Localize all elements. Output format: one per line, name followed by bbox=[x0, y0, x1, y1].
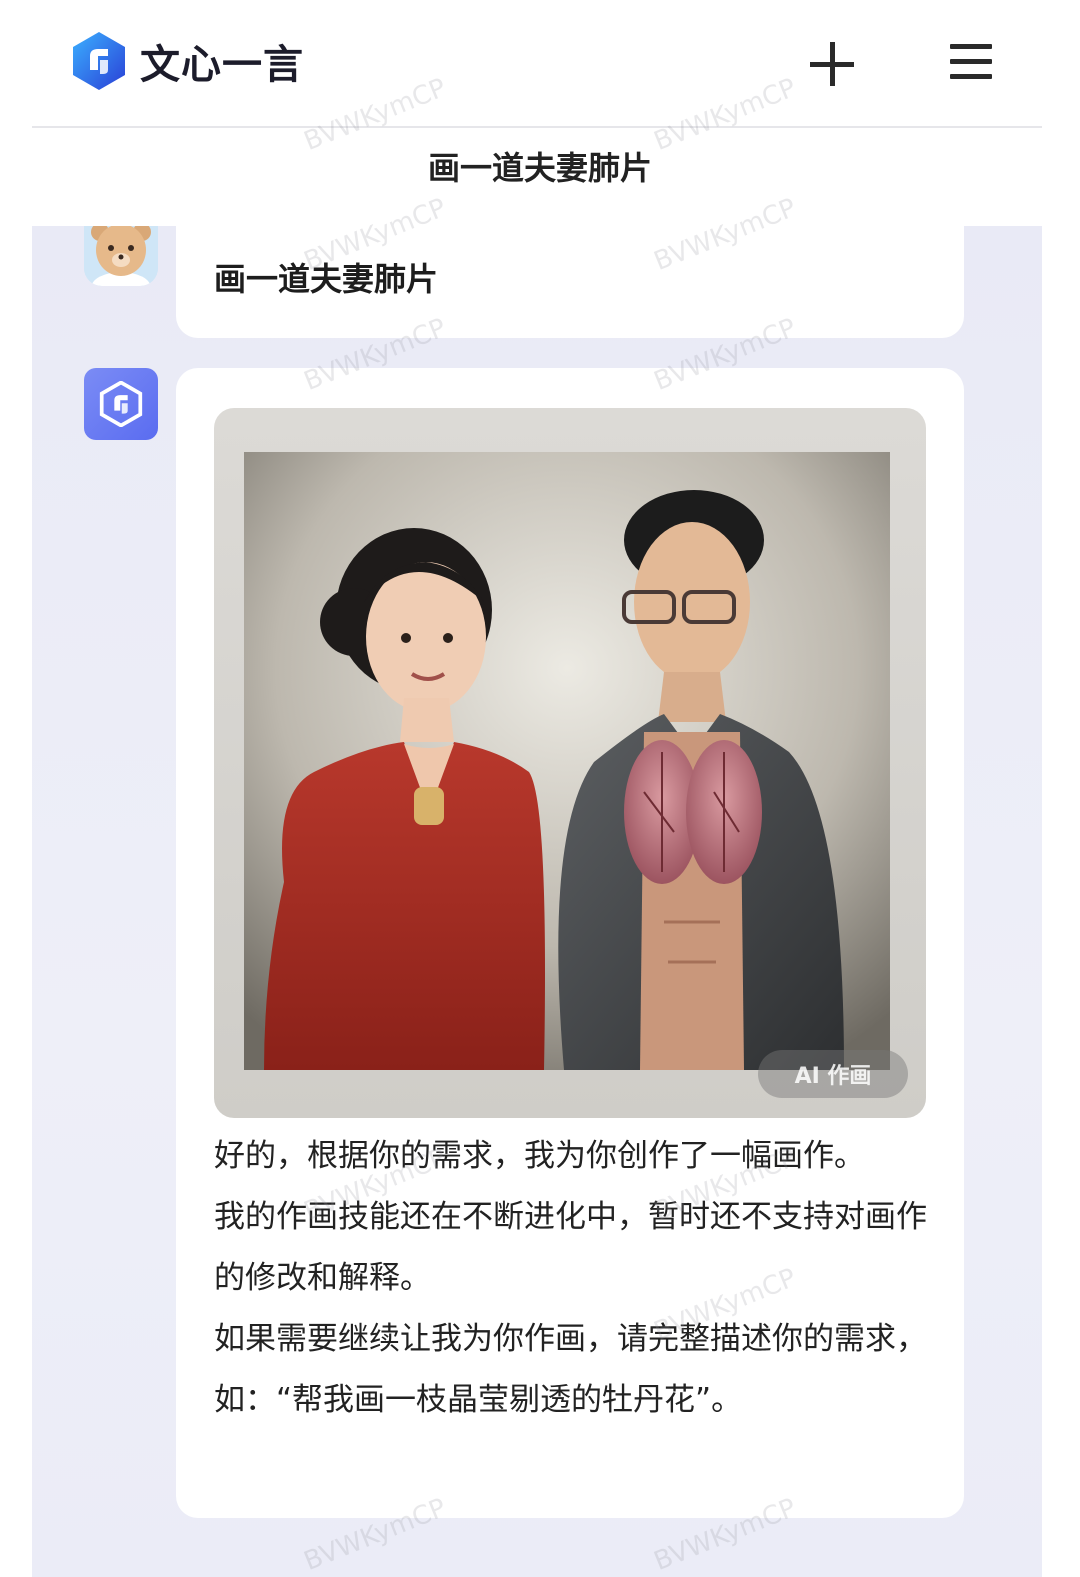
reply-paragraph: 好的，根据你的需求，我为你创作了一幅画作。 bbox=[214, 1138, 865, 1174]
chat-area: 画一道夫妻肺片 AI 作画 好的，根据你的需求，我为你创作了一幅画作。 我的作画… bbox=[32, 226, 1042, 1577]
menu-line bbox=[950, 74, 992, 79]
assistant-avatar bbox=[84, 368, 158, 440]
new-chat-button[interactable] bbox=[806, 38, 858, 90]
menu-line bbox=[950, 44, 992, 49]
app-page: 文心一言 画一道夫妻肺片 画一道夫妻肺片 AI 作画 好的，根据你的需求，我为你… bbox=[0, 0, 1080, 1577]
ernie-logo-icon bbox=[73, 32, 125, 90]
user-message-text: 画一道夫妻肺片 bbox=[214, 260, 439, 298]
bear-avatar-icon bbox=[84, 226, 158, 286]
generated-image-card[interactable]: AI 作画 bbox=[214, 408, 926, 1118]
ai-painting-badge: AI 作画 bbox=[758, 1050, 908, 1098]
assistant-reply-text: 好的，根据你的需求，我为你创作了一幅画作。 我的作画技能还在不断进化中，暂时还不… bbox=[214, 1126, 934, 1431]
ernie-logo-icon bbox=[99, 381, 143, 427]
menu-line bbox=[950, 59, 992, 64]
user-avatar bbox=[84, 226, 158, 286]
user-message-bubble[interactable]: 画一道夫妻肺片 bbox=[176, 226, 964, 338]
brand[interactable]: 文心一言 bbox=[70, 30, 304, 92]
reply-paragraph: 我的作画技能还在不断进化中，暂时还不支持对画作的修改和解释。 bbox=[214, 1199, 927, 1296]
top-header: 文心一言 bbox=[32, 0, 1042, 128]
hamburger-menu-button[interactable] bbox=[950, 44, 992, 80]
app-name: 文心一言 bbox=[140, 42, 304, 88]
assistant-message-bubble: AI 作画 好的，根据你的需求，我为你创作了一幅画作。 我的作画技能还在不断进化… bbox=[176, 368, 964, 1518]
generated-painting-image[interactable] bbox=[244, 452, 890, 1070]
reply-paragraph: 如果需要继续让我为你作画，请完整描述你的需求，如：“帮我画一枝晶莹剔透的牡丹花”… bbox=[214, 1321, 927, 1418]
conversation-title: 画一道夫妻肺片 bbox=[427, 149, 652, 187]
